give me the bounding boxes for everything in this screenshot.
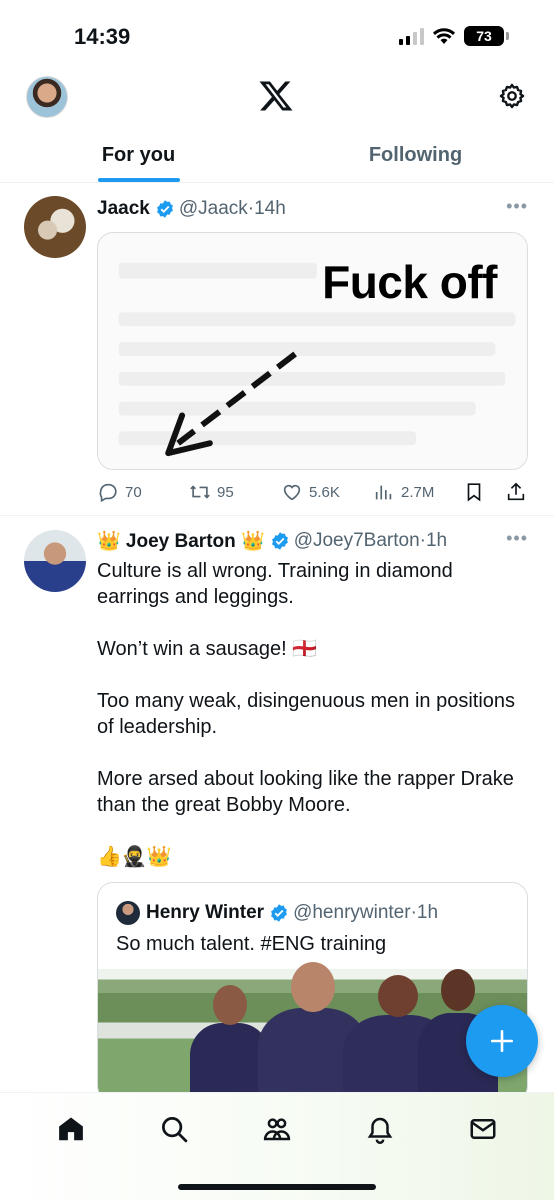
- tweet[interactable]: Jaack @Jaack · 14h ••• Fuck off 70 95 5.…: [0, 184, 554, 516]
- quoted-tweet[interactable]: Henry Winter @henrywinter · 1h So much t…: [97, 882, 528, 1102]
- views-button[interactable]: 2.7M: [373, 481, 463, 503]
- tweet-header: Jaack @Jaack · 14h •••: [97, 196, 528, 222]
- nav-home[interactable]: [53, 1111, 89, 1147]
- profile-avatar[interactable]: [26, 76, 68, 118]
- repost-icon: [190, 485, 210, 499]
- meme-caption: Fuck off: [322, 256, 497, 308]
- quote-photo[interactable]: [98, 962, 527, 1101]
- wifi-icon: [433, 28, 455, 44]
- tweet-time: 1h: [425, 530, 448, 551]
- search-icon: [162, 1117, 188, 1143]
- home-icon: [59, 1117, 84, 1141]
- reply-button[interactable]: 70: [97, 481, 189, 503]
- quote-author-handle: @henrywinter: [293, 902, 411, 923]
- nav-notifications[interactable]: [362, 1111, 398, 1147]
- tweet-avatar[interactable]: [24, 196, 86, 258]
- tweet-actions: 70 95 5.6K 2.7M: [97, 480, 528, 504]
- nav-search[interactable]: [156, 1111, 192, 1147]
- reply-icon: [99, 483, 117, 503]
- tweet-avatar[interactable]: [24, 530, 86, 592]
- reply-count: 70: [125, 483, 142, 501]
- compose-button[interactable]: [466, 1005, 538, 1077]
- views-icon: [375, 485, 392, 500]
- tab-following[interactable]: Following: [277, 132, 554, 182]
- more-options-icon[interactable]: •••: [506, 528, 528, 549]
- view-count: 2.7M: [401, 483, 435, 501]
- tweet-text: Culture is all wrong. Training in diamon…: [97, 560, 516, 868]
- verified-badge-icon: [271, 532, 288, 550]
- bookmark-icon: [467, 483, 481, 502]
- tab-for-you[interactable]: For you: [0, 132, 277, 182]
- author-name[interactable]: Jaack: [97, 198, 150, 220]
- tweet-time: 14h: [254, 198, 286, 219]
- signal-icon: [399, 27, 424, 45]
- like-count: 5.6K: [309, 483, 340, 501]
- author-handle[interactable]: @Jaack: [179, 198, 248, 220]
- like-button[interactable]: 5.6K: [281, 481, 373, 503]
- communities-icon: [263, 1118, 291, 1141]
- more-options-icon[interactable]: •••: [506, 196, 528, 217]
- battery-indicator: 73: [464, 26, 509, 46]
- tweet[interactable]: 👑 Joey Barton 👑 @Joey7Barton · 1h ••• Cu…: [0, 516, 554, 1102]
- quote-time: 1h: [416, 902, 439, 923]
- status-icons: 73: [399, 26, 509, 46]
- home-indicator: [178, 1184, 376, 1190]
- quote-avatar: [116, 901, 140, 925]
- verified-badge-icon: [271, 904, 287, 922]
- author-handle[interactable]: @Joey7Barton: [294, 530, 420, 552]
- bottom-nav: [0, 1092, 554, 1200]
- quote-text: So much talent. #ENG training: [116, 933, 387, 955]
- notifications-icon: [367, 1117, 393, 1144]
- bookmark-button[interactable]: [463, 481, 505, 503]
- share-icon: [507, 482, 525, 501]
- heart-icon: [283, 484, 301, 501]
- repost-count: 95: [217, 483, 234, 501]
- tweet-media[interactable]: Fuck off: [97, 232, 528, 470]
- share-button[interactable]: [505, 481, 527, 503]
- quote-author-name: Henry Winter: [146, 902, 265, 923]
- status-bar: 14:39 73: [0, 0, 554, 70]
- messages-icon: [470, 1119, 496, 1139]
- tab-label: For you: [101, 144, 176, 166]
- active-tab-indicator: [97, 178, 180, 182]
- author-name[interactable]: 👑 Joey Barton 👑: [97, 529, 265, 553]
- tweet-header: 👑 Joey Barton 👑 @Joey7Barton · 1h •••: [97, 528, 528, 554]
- app-header: [0, 72, 554, 132]
- repost-button[interactable]: 95: [189, 481, 281, 503]
- timeline-tabs: For you Following: [0, 132, 554, 183]
- tab-label: Following: [368, 144, 463, 166]
- gear-icon[interactable]: [498, 82, 526, 110]
- status-time: 14:39: [74, 24, 131, 49]
- x-logo-icon[interactable]: [258, 78, 294, 114]
- nav-communities[interactable]: [259, 1111, 295, 1147]
- plus-icon: [490, 1029, 514, 1053]
- verified-badge-icon: [156, 200, 173, 218]
- quote-header: Henry Winter @henrywinter · 1h: [98, 883, 527, 925]
- nav-messages[interactable]: [465, 1111, 501, 1147]
